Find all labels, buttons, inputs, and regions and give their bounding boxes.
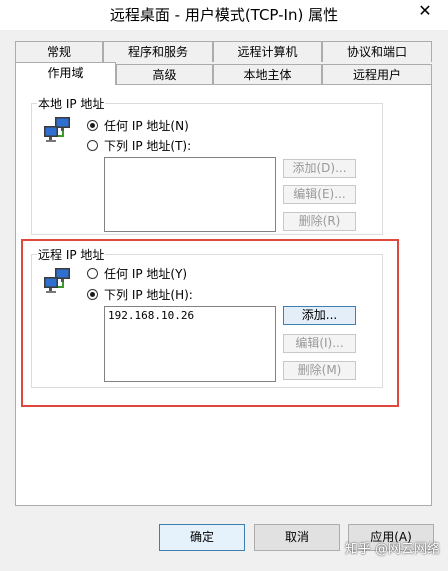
local-add-button[interactable]: 添加(D)... bbox=[283, 159, 356, 178]
remote-add-button[interactable]: 添加... bbox=[283, 306, 356, 325]
radio-checked-icon bbox=[87, 119, 98, 131]
network-computers-icon bbox=[44, 117, 70, 142]
ok-button[interactable]: 确定 bbox=[159, 524, 245, 551]
local-ip-listbox[interactable] bbox=[104, 157, 276, 232]
local-edit-button[interactable]: 编辑(E)... bbox=[283, 185, 356, 204]
tab-remote-users[interactable]: 远程用户 bbox=[322, 64, 432, 85]
remote-delete-button[interactable]: 删除(M) bbox=[283, 361, 356, 380]
tab-remote-computers[interactable]: 远程计算机 bbox=[213, 41, 322, 62]
remote-list-ip-label: 下列 IP 地址(H): bbox=[104, 287, 193, 302]
radio-unchecked-icon bbox=[87, 267, 98, 279]
radio-checked-icon bbox=[87, 288, 98, 300]
radio-unchecked-icon bbox=[87, 139, 98, 151]
local-delete-button[interactable]: 删除(R) bbox=[283, 212, 356, 231]
local-any-ip-radio[interactable]: 任何 IP 地址(N) bbox=[87, 117, 189, 133]
list-item[interactable]: 192.168.10.26 bbox=[108, 309, 272, 322]
tab-local-principals[interactable]: 本地主体 bbox=[213, 64, 322, 85]
local-ip-group-title: 本地 IP 地址 bbox=[37, 95, 106, 112]
cancel-button[interactable]: 取消 bbox=[254, 524, 340, 551]
tab-advanced[interactable]: 高级 bbox=[116, 64, 213, 85]
tab-scope[interactable]: 作用域 bbox=[15, 62, 116, 85]
tab-general[interactable]: 常规 bbox=[15, 41, 103, 62]
remote-ip-group-title: 远程 IP 地址 bbox=[37, 246, 106, 263]
remote-ip-listbox[interactable]: 192.168.10.26 bbox=[104, 306, 276, 382]
local-list-ip-label: 下列 IP 地址(T): bbox=[104, 138, 192, 153]
title-bar: 远程桌面 - 用户模式(TCP-In) 属性 ✕ bbox=[0, 0, 448, 30]
tab-programs-services[interactable]: 程序和服务 bbox=[103, 41, 213, 62]
local-list-ip-radio[interactable]: 下列 IP 地址(T): bbox=[87, 137, 191, 153]
local-any-ip-label: 任何 IP 地址(N) bbox=[104, 118, 189, 133]
close-icon[interactable]: ✕ bbox=[408, 1, 442, 23]
remote-edit-button[interactable]: 编辑(I)... bbox=[283, 334, 356, 353]
remote-any-ip-label: 任何 IP 地址(Y) bbox=[104, 266, 188, 281]
network-computers-icon bbox=[44, 268, 70, 293]
watermark: 知乎 @网云网络 bbox=[344, 542, 440, 557]
tab-protocols-ports[interactable]: 协议和端口 bbox=[322, 41, 432, 62]
remote-list-ip-radio[interactable]: 下列 IP 地址(H): bbox=[87, 286, 193, 302]
window-title: 远程桌面 - 用户模式(TCP-In) 属性 bbox=[109, 6, 339, 24]
remote-any-ip-radio[interactable]: 任何 IP 地址(Y) bbox=[87, 265, 187, 281]
